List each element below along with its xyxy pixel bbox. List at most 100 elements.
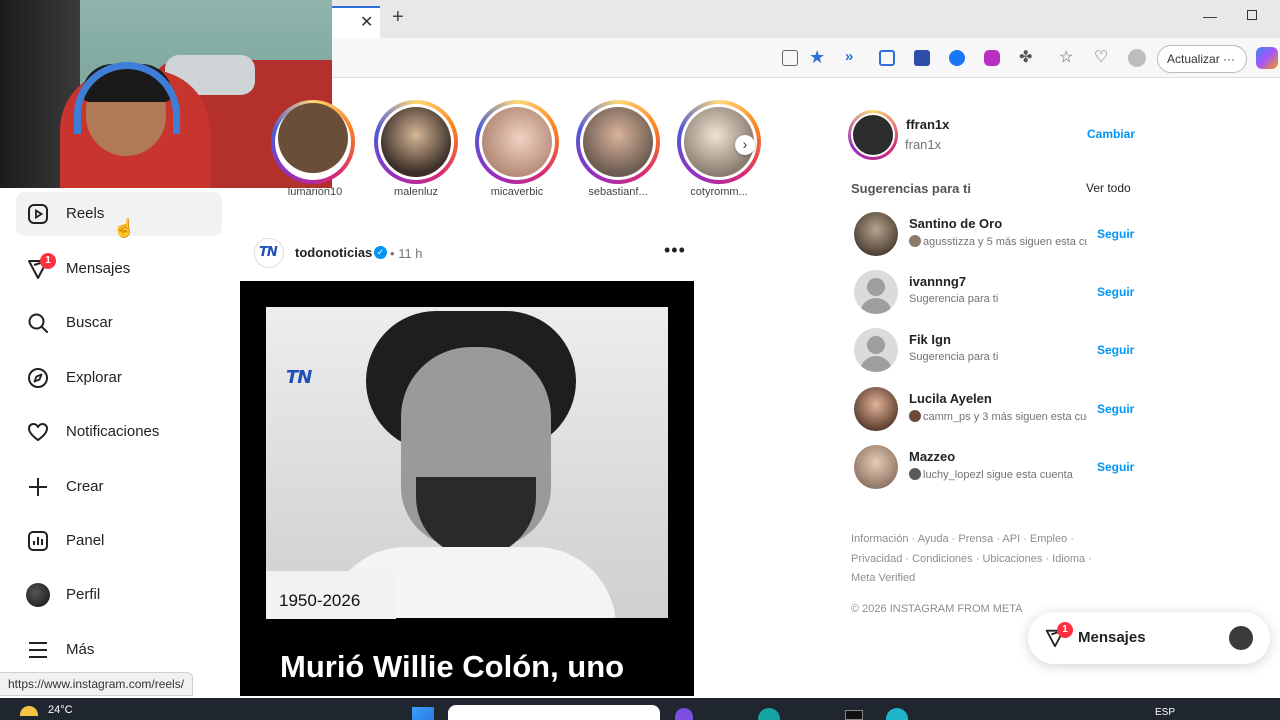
suggestion-username[interactable]: Mazzeo xyxy=(909,449,955,464)
sidebar-item-explore[interactable]: Explorar xyxy=(16,356,222,400)
avatar[interactable] xyxy=(854,328,898,372)
switch-account-link[interactable]: Cambiar xyxy=(1087,127,1135,141)
story-username: malenluz xyxy=(393,186,439,198)
suggestion-item: Lucila Ayelen camm_ps y 3 más siguen est… xyxy=(854,387,1134,431)
post-author-avatar[interactable]: TN xyxy=(254,238,284,268)
more-options-icon[interactable]: ••• xyxy=(664,240,686,261)
suggestion-subtitle: luchy_lopezl sigue esta cuenta xyxy=(909,468,1087,481)
sidebar-item-messages[interactable]: 1 Mensajes xyxy=(16,247,222,291)
taskbar-language[interactable]: ESP xyxy=(1155,707,1175,718)
story-username: micaverbic xyxy=(490,186,544,198)
sidebar-item-more[interactable]: Más xyxy=(16,628,222,672)
chevron-right-icon[interactable]: › xyxy=(735,135,755,155)
verified-badge-icon: ✓ xyxy=(374,246,387,259)
window-minimize-icon[interactable]: — xyxy=(1203,8,1217,24)
search-icon xyxy=(28,313,48,333)
suggestion-item: Santino de Oro agusstizza y 5 más siguen… xyxy=(854,212,1134,256)
suggestion-username[interactable]: Fik Ign xyxy=(909,332,951,347)
current-user-fullname: fran1x xyxy=(905,137,942,152)
suggestion-item: Fik Ign Sugerencia para ti Seguir xyxy=(854,328,1134,372)
suggestion-item: ivannng7 Sugerencia para ti Seguir xyxy=(854,270,1134,314)
favorites-icon[interactable]: ☆ xyxy=(1059,47,1073,67)
sidebar-item-dashboard[interactable]: Panel xyxy=(16,519,222,563)
extensions-puzzle-icon[interactable]: ✤ xyxy=(1019,47,1032,67)
sidebar-item-label: Reels xyxy=(66,205,105,222)
avatar[interactable] xyxy=(854,270,898,314)
post-time: • 11 h xyxy=(390,246,423,261)
suggestion-subtitle: camm_ps y 3 más siguen esta cuenta xyxy=(909,410,1087,423)
heart-icon xyxy=(28,423,48,441)
post-headline: Murió Willie Colón, uno xyxy=(280,649,625,684)
new-tab-icon[interactable]: + xyxy=(392,6,404,29)
sidebar-item-label: Mensajes xyxy=(66,260,131,277)
follow-button[interactable]: Seguir xyxy=(1097,402,1134,416)
avatar[interactable] xyxy=(854,212,898,256)
reels-icon xyxy=(28,204,48,224)
suggestion-item: Mazzeo luchy_lopezl sigue esta cuenta Se… xyxy=(854,445,1134,489)
tn-logo: TN xyxy=(286,367,312,388)
messages-badge: 1 xyxy=(1057,622,1073,638)
post-date-label: 1950-2026 xyxy=(279,591,361,610)
sidebar-item-profile[interactable]: Perfil xyxy=(16,573,222,617)
suggestions-title: Sugerencias para ti xyxy=(851,181,971,196)
taskbar-app-icon[interactable] xyxy=(845,710,863,720)
taskbar-weather[interactable]: 24°C xyxy=(48,704,73,716)
suggestion-subtitle: Sugerencia para ti xyxy=(909,293,999,305)
current-username[interactable]: ffran1x xyxy=(906,117,949,132)
follow-button[interactable]: Seguir xyxy=(1097,227,1134,241)
follow-button[interactable]: Seguir xyxy=(1097,460,1134,474)
post-media[interactable]: TN 1950-2026 Murió Willie Colón, uno xyxy=(240,281,694,696)
browser-tab-active[interactable]: ✕ xyxy=(332,6,380,38)
sidebar-item-search[interactable]: Buscar xyxy=(16,301,222,345)
sidebar-item-label: Panel xyxy=(66,532,105,549)
post-author[interactable]: todonoticias xyxy=(295,245,372,260)
story-username: lumarion10 xyxy=(287,186,343,198)
sidebar-item-create[interactable]: Crear xyxy=(16,465,222,509)
suggestion-username[interactable]: Santino de Oro xyxy=(909,216,1002,231)
taskbar-app-icon[interactable] xyxy=(675,708,693,720)
menu-icon xyxy=(29,642,47,658)
follow-button[interactable]: Seguir xyxy=(1097,285,1134,299)
favorite-star-icon[interactable]: ★ xyxy=(809,47,825,68)
sidebar-item-label: Explorar xyxy=(66,369,122,386)
sidebar-item-label: Perfil xyxy=(66,586,101,603)
avatar xyxy=(1229,626,1253,650)
profile-avatar-icon[interactable] xyxy=(1128,49,1146,67)
windows-start-icon[interactable] xyxy=(412,707,434,720)
current-user-avatar[interactable] xyxy=(848,110,898,160)
story-username: cotyromm... xyxy=(690,186,748,198)
avatar[interactable] xyxy=(854,445,898,489)
update-button[interactable]: Actualizar ··· xyxy=(1157,45,1247,73)
messages-badge: 1 xyxy=(40,253,56,269)
sidebar-item-label: Más xyxy=(66,641,95,658)
messages-pill-button[interactable]: 1 Mensajes xyxy=(1028,612,1270,664)
ublock-icon[interactable] xyxy=(984,50,1000,66)
messages-pill-label: Mensajes xyxy=(1078,629,1146,646)
avatar[interactable] xyxy=(854,387,898,431)
plus-icon xyxy=(29,478,47,496)
close-tab-icon[interactable]: ✕ xyxy=(360,12,373,32)
copilot-icon[interactable] xyxy=(1256,47,1278,69)
see-all-link[interactable]: Ver todo xyxy=(1086,181,1131,195)
sidebar-item-label: Crear xyxy=(66,478,104,495)
screenshot-icon[interactable] xyxy=(879,50,895,66)
read-aloud-icon[interactable]: » xyxy=(845,48,853,65)
hand-cursor-icon: ☝ xyxy=(113,218,136,238)
suggestion-username[interactable]: Lucila Ayelen xyxy=(909,391,992,406)
extension-icon[interactable] xyxy=(914,50,930,66)
extension-icon[interactable] xyxy=(949,50,965,66)
compass-icon xyxy=(28,368,48,388)
footer-links: Información · Ayuda · Prensa · API · Emp… xyxy=(851,533,1092,584)
profile-avatar xyxy=(26,583,50,607)
follow-button[interactable]: Seguir xyxy=(1097,343,1134,357)
sidebar-item-label: Notificaciones xyxy=(66,423,160,440)
sidebar-item-notifications[interactable]: Notificaciones xyxy=(16,410,222,454)
browser-essentials-icon[interactable]: ♡ xyxy=(1094,47,1108,67)
window-restore-icon[interactable] xyxy=(1247,10,1257,20)
suggestion-subtitle: agusstizza y 5 más siguen esta cuenta xyxy=(909,235,1087,248)
suggestion-username[interactable]: ivannng7 xyxy=(909,274,966,289)
taskbar-search[interactable] xyxy=(448,705,660,720)
more-options-icon: ··· xyxy=(1223,52,1236,66)
story-username: sebastianf... xyxy=(588,186,648,198)
apps-icon[interactable] xyxy=(782,50,798,66)
